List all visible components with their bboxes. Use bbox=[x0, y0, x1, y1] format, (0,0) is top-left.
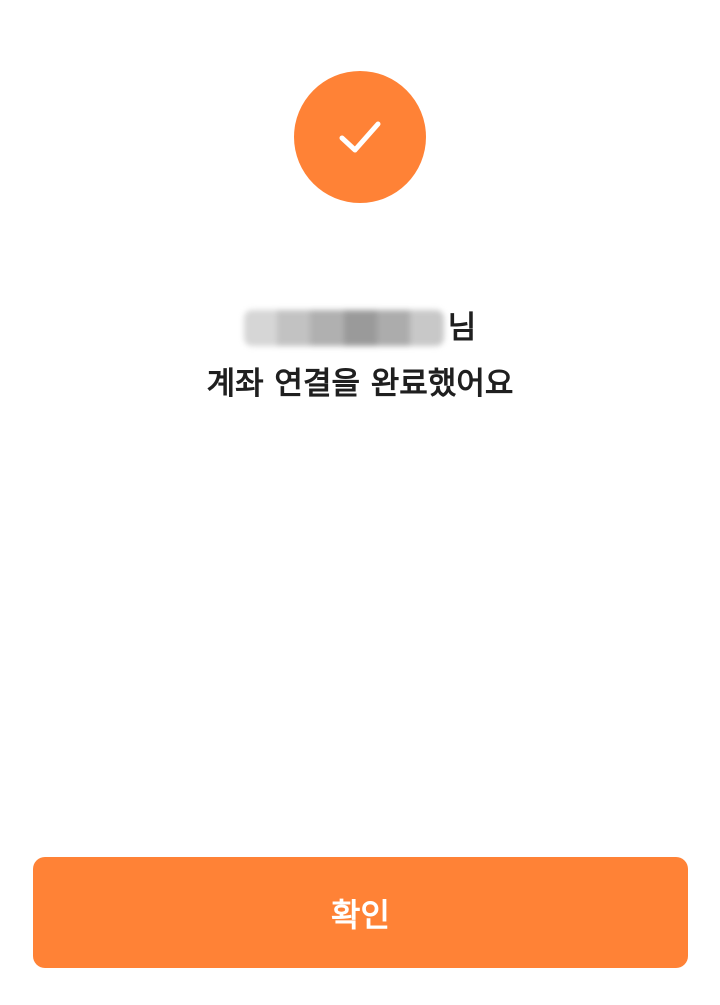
user-name-line: 님 bbox=[0, 300, 720, 356]
completion-text: 계좌 연결을 완료했어요 bbox=[206, 366, 514, 402]
redacted-user-name bbox=[243, 310, 444, 346]
success-badge bbox=[294, 71, 426, 203]
check-icon bbox=[339, 121, 381, 153]
confirm-button[interactable]: 확인 bbox=[33, 857, 688, 968]
completion-message: 님 계좌 연결을 완료했어요 bbox=[0, 300, 720, 412]
name-suffix: 님 bbox=[447, 310, 477, 346]
